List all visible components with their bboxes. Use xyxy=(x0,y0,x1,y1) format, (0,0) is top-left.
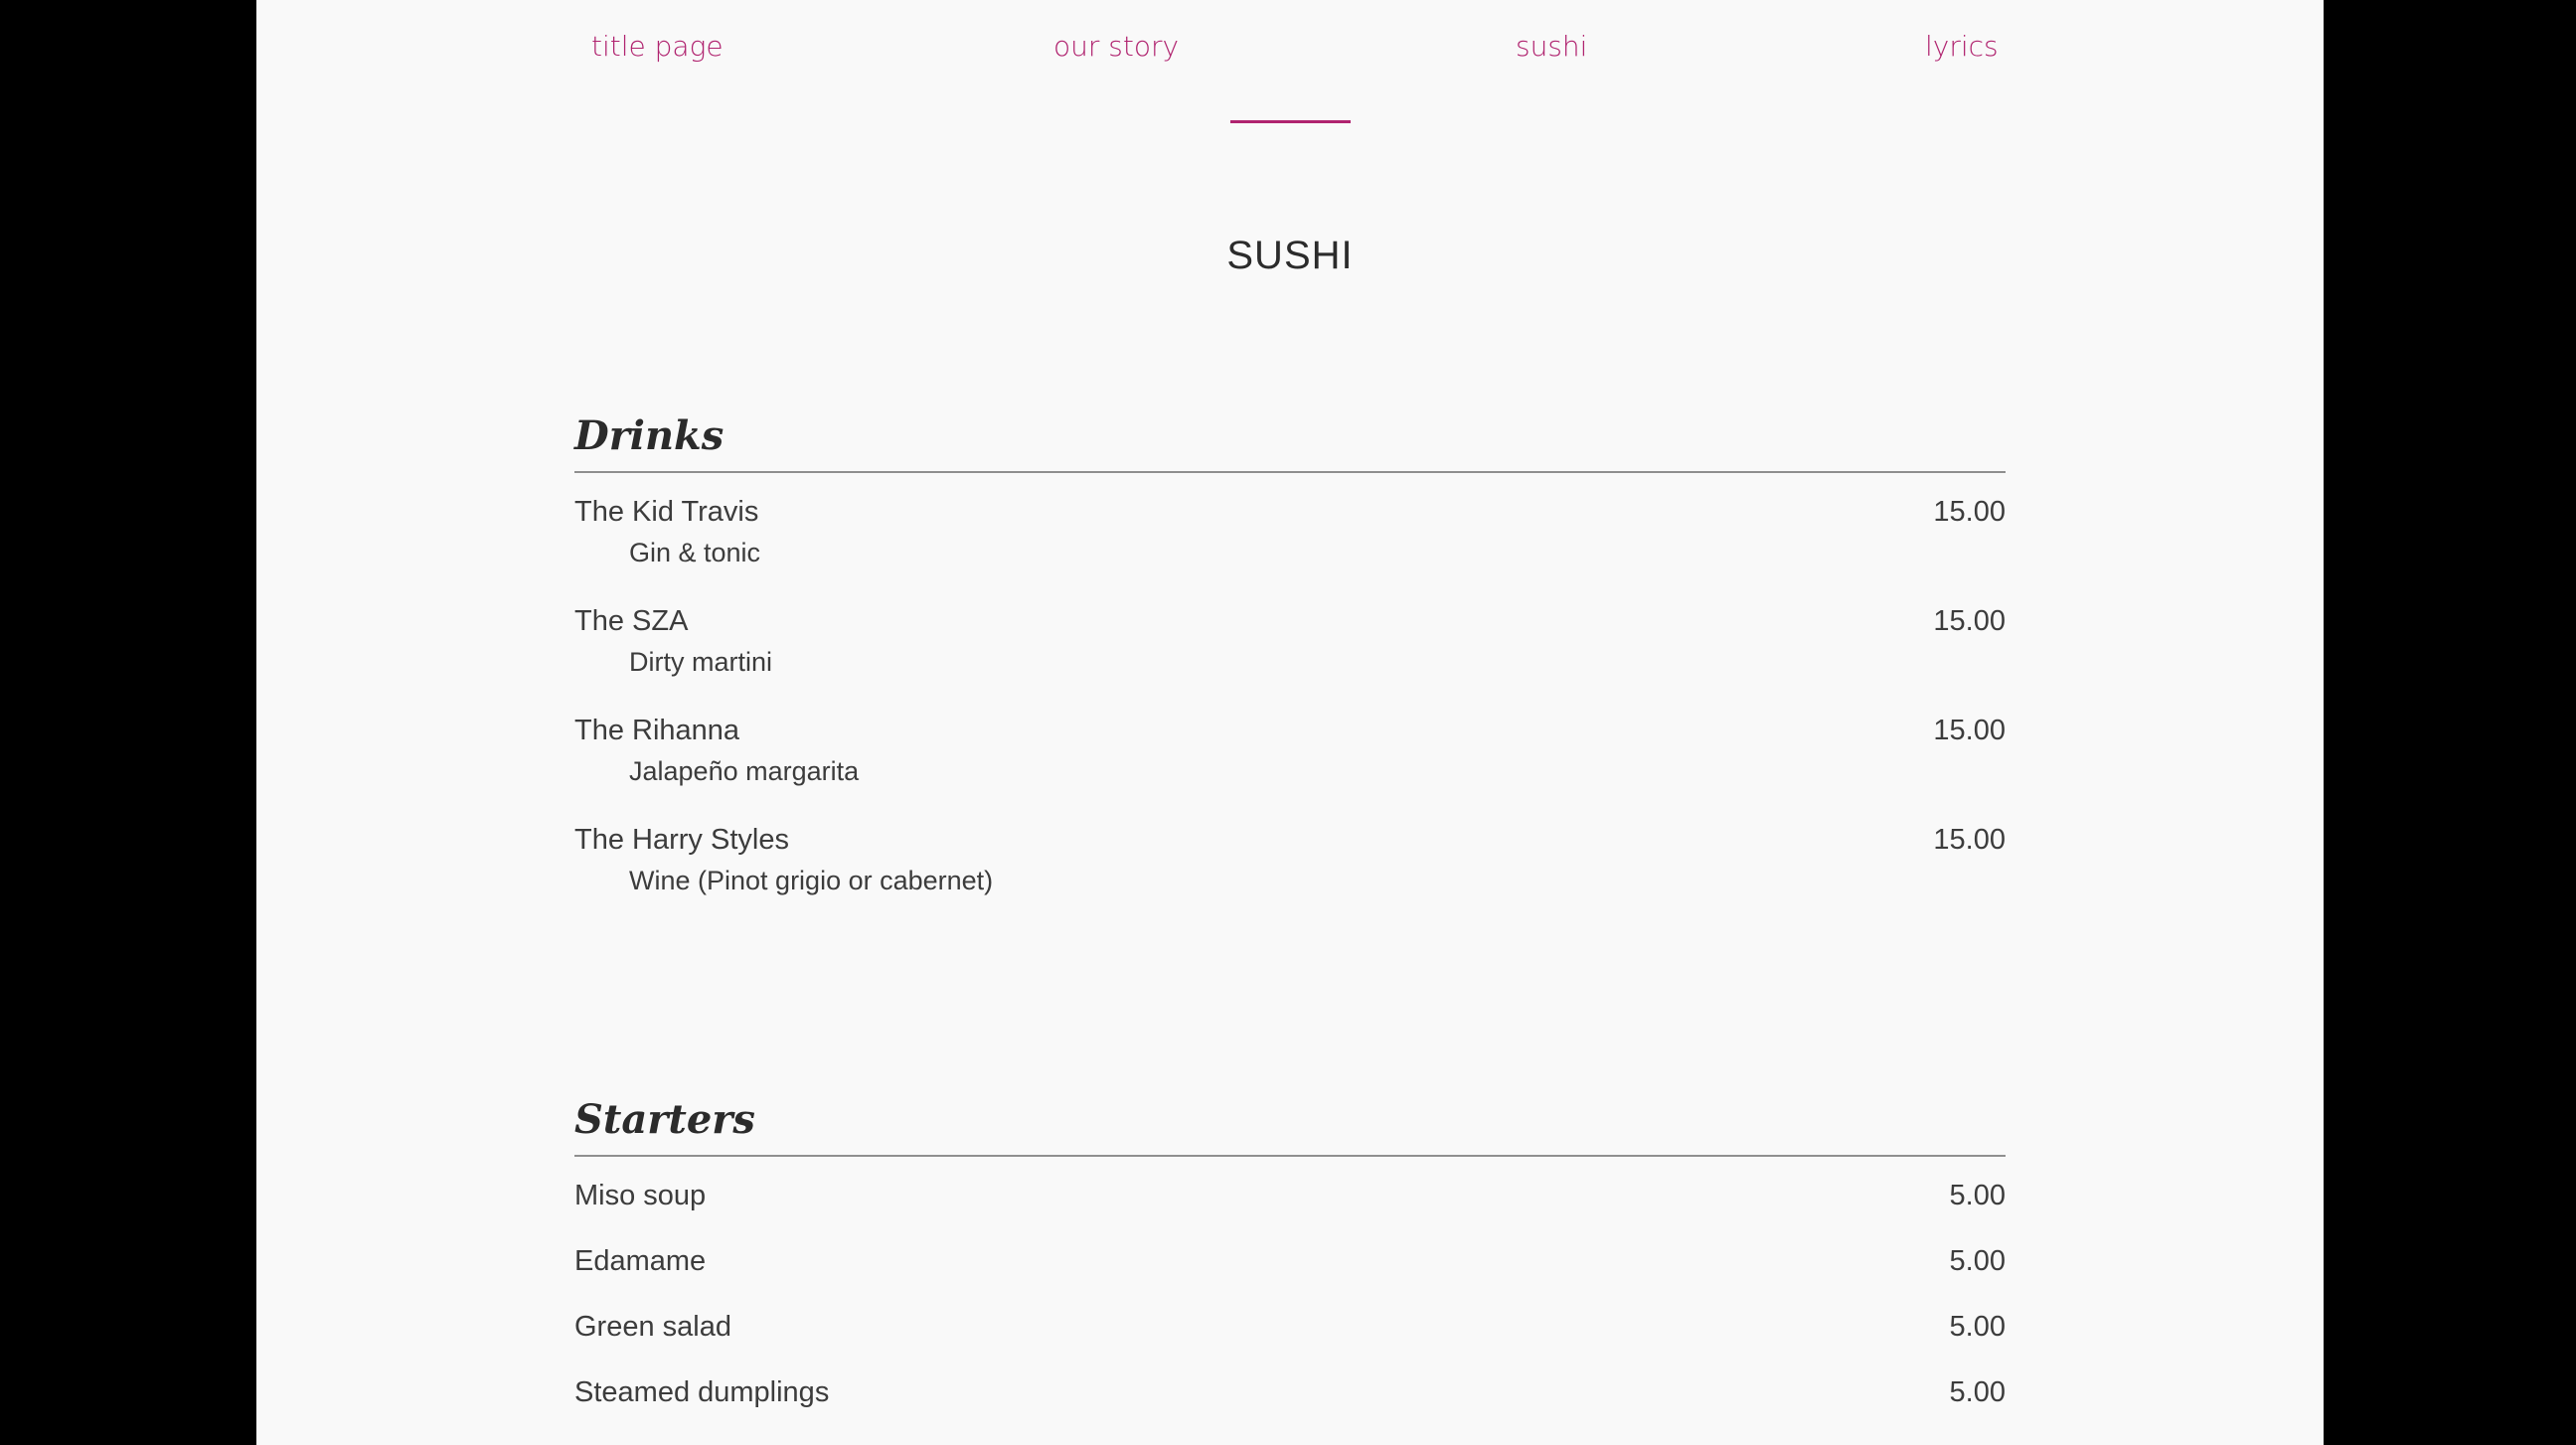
menu-item: The SZA 15.00 Dirty martini xyxy=(574,600,2006,682)
item-price: 5.00 xyxy=(1949,1311,2006,1343)
nav-link-title-page[interactable]: title page xyxy=(591,30,724,63)
item-price: 15.00 xyxy=(1933,715,2006,746)
item-name: Edamame xyxy=(574,1245,707,1277)
item-price: 5.00 xyxy=(1949,1245,2006,1277)
section-divider xyxy=(574,471,2006,473)
menu-item: The Rihanna 15.00 Jalapeño margarita xyxy=(574,710,2006,791)
page: title page our story sushi lyrics SUSHI … xyxy=(256,0,2324,1445)
item-description: Wine (Pinot grigio or cabernet) xyxy=(629,866,994,895)
item-description: Dirty martini xyxy=(629,647,773,677)
active-nav-underline xyxy=(1230,120,1351,123)
section-heading: Drinks xyxy=(574,412,724,459)
item-name: The Rihanna xyxy=(574,715,740,746)
menu-item: Green salad 5.00 xyxy=(574,1306,2006,1348)
menu-section-drinks: Drinks The Kid Travis 15.00 Gin & tonic … xyxy=(574,407,2006,900)
item-description: Gin & tonic xyxy=(629,538,761,567)
item-name: The Kid Travis xyxy=(574,496,759,528)
menu-section-starters: Starters Miso soup 5.00 Edamame 5.00 Gre… xyxy=(574,1091,2006,1413)
item-name: The Harry Styles xyxy=(574,824,789,856)
item-price: 15.00 xyxy=(1933,496,2006,528)
top-nav: title page our story sushi lyrics xyxy=(256,30,2324,89)
item-price: 5.00 xyxy=(1949,1376,2006,1408)
item-name: Steamed dumplings xyxy=(574,1376,830,1408)
nav-link-lyrics[interactable]: lyrics xyxy=(1925,30,1999,63)
menu-item: Edamame 5.00 xyxy=(574,1240,2006,1282)
item-price: 15.00 xyxy=(1933,824,2006,856)
section-divider xyxy=(574,1155,2006,1157)
menu-item: The Kid Travis 15.00 Gin & tonic xyxy=(574,491,2006,572)
item-description: Jalapeño margarita xyxy=(629,756,860,786)
menu-item: Steamed dumplings 5.00 xyxy=(574,1371,2006,1413)
page-title: SUSHI xyxy=(1226,233,1354,277)
item-name: Green salad xyxy=(574,1311,731,1343)
item-price: 15.00 xyxy=(1933,605,2006,637)
menu-item: The Harry Styles 15.00 Wine (Pinot grigi… xyxy=(574,819,2006,900)
nav-link-our-story[interactable]: our story xyxy=(1053,30,1179,63)
menu-item: Miso soup 5.00 xyxy=(574,1175,2006,1216)
section-heading: Starters xyxy=(574,1096,755,1143)
item-price: 5.00 xyxy=(1949,1180,2006,1211)
item-name: Miso soup xyxy=(574,1180,707,1211)
item-name: The SZA xyxy=(574,605,689,637)
nav-link-sushi[interactable]: sushi xyxy=(1516,30,1587,63)
